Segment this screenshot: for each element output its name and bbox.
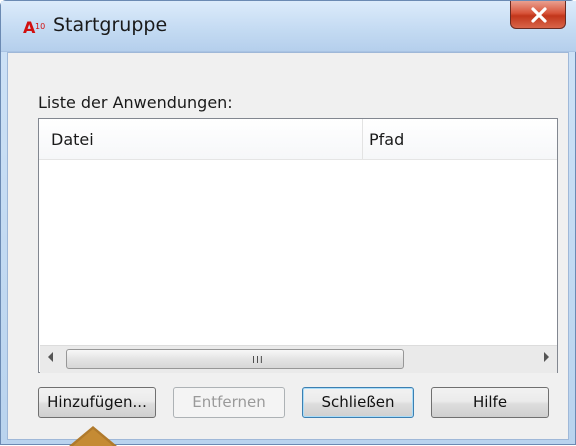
window-title: Startgruppe [53,14,168,36]
startgruppe-dialog: A 10 Startgruppe Liste der Anwendungen: … [0,0,576,446]
applications-list-label: Liste der Anwendungen: [38,93,233,112]
horizontal-scrollbar[interactable]: III [40,345,557,373]
add-button[interactable]: Hinzufügen... [38,387,156,418]
scrollbar-grip: III [252,355,264,366]
applications-list[interactable]: Datei Pfad III [38,118,558,373]
scrollbar-thumb[interactable]: III [66,349,404,369]
list-header: Datei Pfad [39,119,557,160]
up-triangle-pointer-fill [73,429,113,446]
column-header-pfad[interactable]: Pfad [369,130,404,149]
close-icon [531,7,547,23]
autocad-a10-icon: A 10 [23,18,45,35]
close-window-button[interactable] [510,1,566,29]
close-button[interactable]: Schließen [302,387,414,418]
chevron-right-icon[interactable] [544,352,549,362]
chevron-left-icon[interactable] [48,352,53,362]
svg-text:10: 10 [35,22,45,31]
help-button[interactable]: Hilfe [431,387,549,418]
column-separator[interactable] [362,119,363,159]
titlebar: A 10 Startgruppe [1,1,576,52]
remove-button[interactable]: Entfernen [173,387,285,418]
dialog-body: Liste der Anwendungen: Datei Pfad III Hi… [7,52,569,440]
column-header-datei[interactable]: Datei [51,130,94,149]
